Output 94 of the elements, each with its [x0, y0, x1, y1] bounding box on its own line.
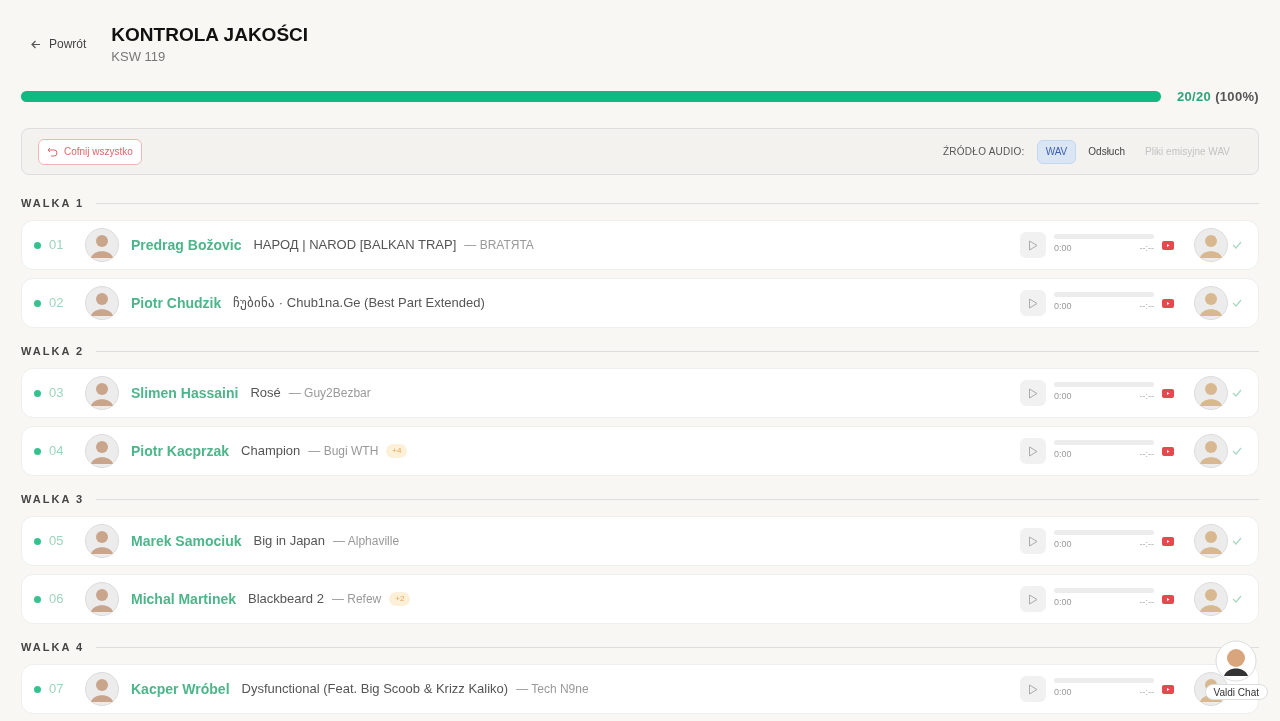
artist-name: — BRATЯTA — [464, 237, 534, 254]
row-number: 01 — [49, 236, 65, 255]
video-icon[interactable] — [1162, 388, 1174, 398]
fighter-name: Marek Samociuk — [131, 531, 242, 551]
play-icon — [1028, 683, 1038, 695]
source-tab[interactable]: WAV — [1036, 139, 1077, 164]
video-icon[interactable] — [1162, 536, 1174, 546]
song-title: Dysfunctional (Feat. Big Scoob & Krizz Kaliko) — [241, 680, 509, 699]
avatar-icon — [85, 582, 119, 616]
section-heading: WALKA 1 — [21, 195, 85, 211]
play-icon — [1028, 535, 1038, 547]
artist-name: — Guy2Bezbar — [288, 385, 371, 402]
play-button[interactable] — [1020, 290, 1046, 316]
current-time: 0:00 — [1054, 596, 1072, 610]
section-heading: WALKA 3 — [21, 491, 85, 507]
video-icon[interactable] — [1162, 594, 1174, 604]
current-time: 0:00 — [1054, 686, 1072, 700]
artist-name: — Tech N9ne — [516, 681, 589, 698]
play-icon — [1028, 297, 1038, 309]
source-tab[interactable]: Odsłuch — [1080, 139, 1133, 164]
avatar-icon — [85, 524, 119, 558]
duration: --:-- — [1139, 596, 1154, 610]
avatar-icon — [85, 228, 119, 262]
duration: --:-- — [1139, 686, 1154, 700]
fighter-name: Piotr Kacprzak — [131, 441, 230, 461]
video-icon[interactable] — [1162, 240, 1174, 250]
row-number: 06 — [49, 590, 65, 609]
play-button[interactable] — [1020, 232, 1046, 258]
song-title: НАРОД | NAROD [BALKAN TRAP] — [253, 236, 457, 255]
duration: --:-- — [1139, 390, 1154, 404]
avatar-icon — [85, 286, 119, 320]
duration: --:-- — [1139, 242, 1154, 256]
duration: --:-- — [1139, 448, 1154, 462]
arrow-left-icon — [31, 39, 41, 49]
row-number: 07 — [49, 680, 65, 699]
chat-button[interactable]: Valdi Chat — [1204, 684, 1268, 700]
play-button[interactable] — [1020, 528, 1046, 554]
current-time: 0:00 — [1054, 242, 1072, 256]
play-button[interactable] — [1020, 586, 1046, 612]
duration: --:-- — [1139, 538, 1154, 552]
video-icon[interactable] — [1162, 684, 1174, 694]
undo-icon — [47, 146, 58, 157]
chat-avatar-icon[interactable] — [1215, 640, 1258, 682]
artist-name: — Bugi WTH — [308, 443, 379, 460]
play-button[interactable] — [1020, 438, 1046, 464]
progress-percent: (100%) — [1215, 87, 1259, 106]
avatar-icon — [1194, 524, 1228, 558]
extra-count: +4 — [386, 444, 408, 458]
play-button[interactable] — [1020, 676, 1046, 702]
back-button[interactable]: Powrót — [31, 35, 87, 53]
play-icon — [1028, 387, 1038, 399]
play-button[interactable] — [1020, 380, 1046, 406]
play-icon — [1028, 239, 1038, 251]
play-icon — [1028, 445, 1038, 457]
fighter-name: Predrag Božovic — [131, 235, 242, 255]
current-time: 0:00 — [1054, 390, 1072, 404]
section-heading: WALKA 4 — [21, 639, 85, 655]
song-title: Blackbeard 2 — [248, 590, 324, 609]
current-time: 0:00 — [1054, 448, 1072, 462]
fighter-name: Michal Martinek — [131, 589, 237, 609]
progress-count: 20/20 — [1176, 87, 1212, 106]
song-title: ჩუბინა · Chub1na.Ge (Best Part Extended) — [233, 294, 485, 313]
song-title: Rosé — [250, 384, 281, 403]
avatar-icon — [85, 376, 119, 410]
avatar-icon — [85, 672, 119, 706]
avatar-icon — [85, 434, 119, 468]
page-subtitle: KSW 119 — [111, 48, 167, 66]
current-time: 0:00 — [1054, 538, 1072, 552]
avatar-icon — [1194, 582, 1228, 616]
undo-all-button[interactable]: Cofnij wszystko — [38, 138, 142, 165]
extra-count: +2 — [389, 592, 411, 606]
fighter-name: Kacper Wróbel — [131, 679, 230, 699]
fighter-name: Slimen Hassaini — [131, 383, 239, 403]
row-number: 03 — [49, 384, 65, 403]
row-number: 05 — [49, 532, 65, 551]
audio-source-label: ŹRÓDŁO AUDIO: — [943, 144, 1025, 159]
current-time: 0:00 — [1054, 300, 1072, 314]
row-number: 04 — [49, 442, 65, 461]
page-title: KONTROLA JAKOŚCI — [111, 23, 309, 47]
duration: --:-- — [1139, 300, 1154, 314]
avatar-icon — [1194, 376, 1228, 410]
artist-name: — Alphaville — [333, 533, 400, 550]
video-icon[interactable] — [1162, 298, 1174, 308]
play-icon — [1028, 593, 1038, 605]
section-heading: WALKA 2 — [21, 343, 85, 359]
song-title: Big in Japan — [253, 532, 326, 551]
artist-name: — Refew — [331, 591, 382, 608]
avatar-icon — [1194, 286, 1228, 320]
row-number: 02 — [49, 294, 65, 313]
avatar-icon — [1194, 228, 1228, 262]
avatar-icon — [1194, 434, 1228, 468]
song-title: Champion — [241, 442, 301, 461]
video-icon[interactable] — [1162, 446, 1174, 456]
fighter-name: Piotr Chudzik — [131, 293, 222, 313]
